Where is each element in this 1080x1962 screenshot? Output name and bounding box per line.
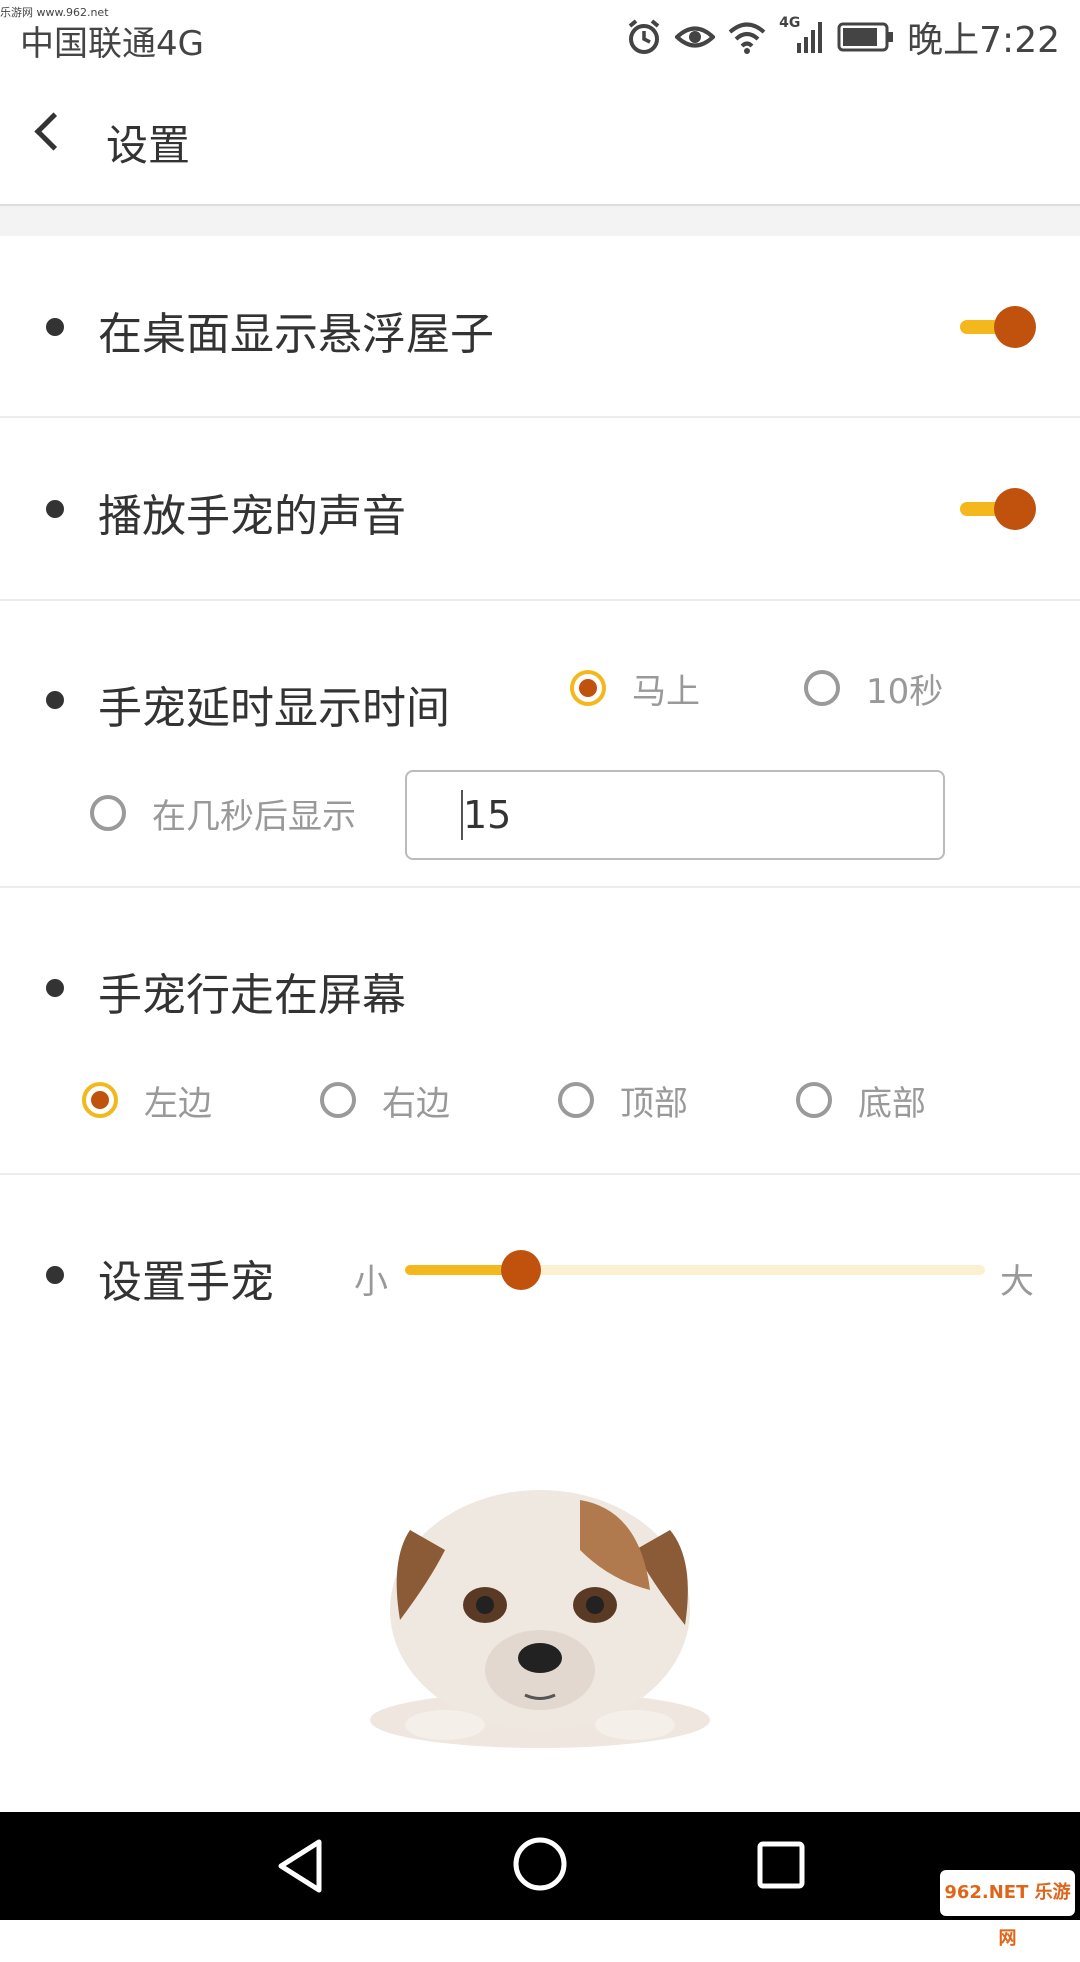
bullet-dot	[46, 318, 64, 336]
play-sound-toggle[interactable]	[960, 488, 1036, 530]
radio-unselected[interactable]	[320, 1082, 356, 1118]
bullet-dot	[46, 1266, 64, 1284]
row-divider	[0, 599, 1080, 601]
back-triangle-icon[interactable]	[275, 1838, 325, 1894]
text-caret	[461, 790, 463, 840]
clock: 晚上7:22	[907, 20, 1060, 61]
row-divider	[0, 1173, 1080, 1175]
alarm-icon	[628, 19, 660, 54]
radio-unselected[interactable]	[796, 1082, 832, 1118]
back-arrow-icon[interactable]	[34, 112, 73, 151]
option-label: 右边	[382, 1084, 450, 1124]
row-divider	[0, 416, 1080, 418]
radio-selected[interactable]	[570, 670, 606, 706]
toggle-knob	[994, 488, 1036, 530]
radio-unselected[interactable]	[804, 670, 840, 706]
size-slider-knob[interactable]	[501, 1250, 541, 1290]
walk-label: 手宠行走在屏幕	[98, 970, 406, 1021]
slider-max-label: 大	[1000, 1262, 1034, 1302]
option-label: 顶部	[620, 1084, 688, 1124]
recents-square-icon[interactable]	[756, 1840, 806, 1890]
bullet-dot	[46, 691, 64, 709]
delay-seconds-input[interactable]: 15	[405, 770, 945, 860]
slider-min-label: 小	[354, 1262, 388, 1302]
eye-icon	[675, 26, 716, 48]
toggle-knob	[994, 306, 1036, 348]
row-divider	[0, 886, 1080, 888]
show-house-label: 在桌面显示悬浮屋子	[98, 309, 494, 360]
corner-logo: 962.NET 乐游网	[940, 1870, 1075, 1949]
carrier-name: 中国联通4G	[20, 24, 204, 64]
bullet-dot	[46, 500, 64, 518]
delay-label: 手宠延时显示时间	[98, 683, 450, 734]
system-nav-bar: 962.NET 乐游网	[0, 1812, 1080, 1949]
home-circle-icon[interactable]	[512, 1836, 568, 1892]
play-sound-label: 播放手宠的声音	[98, 491, 406, 542]
section-gap	[0, 206, 1080, 236]
radio-unselected[interactable]	[558, 1082, 594, 1118]
option-label: 左边	[144, 1084, 212, 1124]
size-label: 设置手宠	[98, 1257, 274, 1308]
battery-icon	[837, 22, 894, 52]
pet-dog-image	[370, 1490, 710, 1748]
page-title: 设置	[106, 121, 191, 170]
option-label: 在几秒后显示	[152, 797, 356, 837]
option-label: 马上	[632, 672, 700, 712]
show-house-toggle[interactable]	[960, 306, 1036, 348]
signal-icon: 4G	[779, 15, 825, 55]
radio-unselected[interactable]	[90, 795, 126, 831]
option-label: 10秒	[866, 672, 944, 712]
option-label: 底部	[858, 1084, 926, 1124]
bullet-dot	[46, 979, 64, 997]
radio-selected[interactable]	[82, 1082, 118, 1118]
wifi-icon	[728, 22, 766, 54]
status-icons: 4G 晚上7:22	[625, 12, 1060, 62]
